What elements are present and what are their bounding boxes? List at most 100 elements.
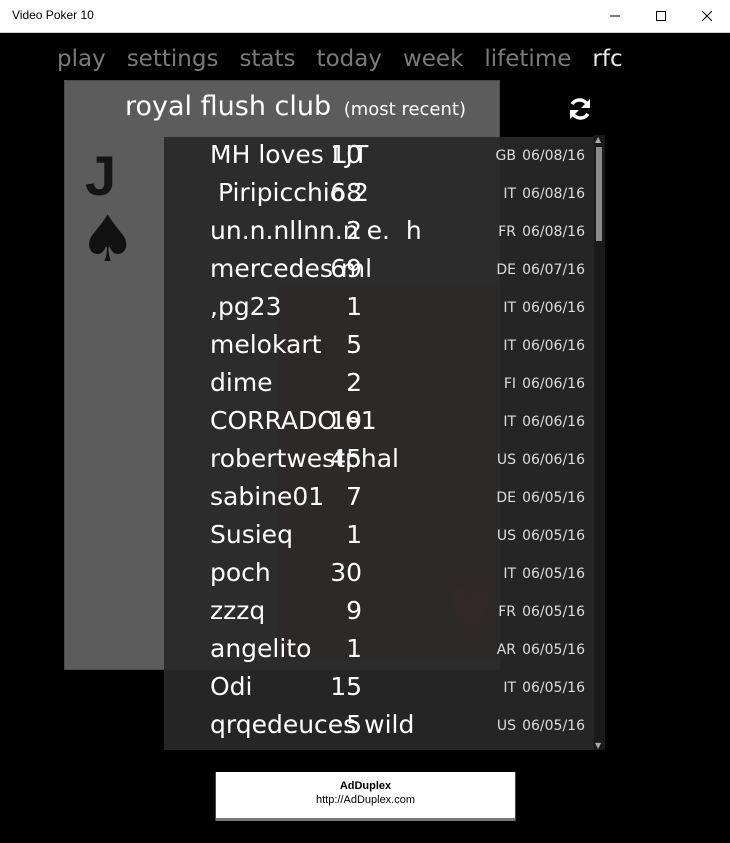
entry-date: 06/06/16 <box>522 376 585 392</box>
list-item: 1 angelito AR 06/05/16 <box>164 632 589 670</box>
minimize-button[interactable] <box>592 0 638 32</box>
entry-date: 06/08/16 <box>522 224 585 240</box>
page-subtitle: (most recent) <box>343 99 466 120</box>
card-rank-j: J <box>85 144 117 207</box>
list-item: 2 dime FI 06/06/16 <box>164 366 589 404</box>
entry-date: 06/05/16 <box>522 680 585 696</box>
entry-date: 06/08/16 <box>522 148 585 164</box>
ad-url: http://AdDuplex.com <box>315 794 416 806</box>
entry-date: 06/05/16 <box>522 642 585 658</box>
entry-count: 9 <box>346 596 362 625</box>
ad-bar <box>216 818 515 821</box>
list-item: 5 qrqedeuces wild US 06/05/16 <box>164 708 589 746</box>
list-item: 10 MH loves LJT GB 06/08/16 <box>164 138 589 176</box>
entry-count: 15 <box>330 672 362 701</box>
entry-count: 1 <box>346 634 362 663</box>
list-item: 2 un.n.nllnn.n e. h FR 06/08/16 <box>164 214 589 252</box>
entry-date: 06/06/16 <box>522 414 585 430</box>
entry-country: FI <box>503 376 516 392</box>
entry-country: AR <box>496 642 516 658</box>
list-item: 5 melokart IT 06/06/16 <box>164 328 589 366</box>
nav-play[interactable]: play <box>57 44 106 74</box>
list-item: 45 robertwestphal US 06/06/16 <box>164 442 589 480</box>
entry-count: 2 <box>346 368 362 397</box>
entry-country: US <box>496 718 516 734</box>
entry-date: 06/05/16 <box>522 718 585 734</box>
window-title: Video Poker 10 <box>12 8 94 22</box>
list-item: 69 mercedes ml DE 06/07/16 <box>164 252 589 290</box>
entry-count: 1 <box>346 292 362 321</box>
maximize-button[interactable] <box>638 0 684 32</box>
entry-name: dime <box>210 368 273 397</box>
list-item: 1 Susieq US 06/05/16 <box>164 518 589 556</box>
nav-settings[interactable]: settings <box>127 44 219 74</box>
list-item: 7 sabine01 DE 06/05/16 <box>164 480 589 518</box>
entry-country: IT <box>503 186 516 202</box>
entry-date: 06/05/16 <box>522 528 585 544</box>
entry-country: FR <box>498 224 516 240</box>
nav-stats[interactable]: stats <box>239 44 295 74</box>
entry-date: 06/05/16 <box>522 490 585 506</box>
page-title-text: royal flush club <box>125 91 332 122</box>
entry-country: DE <box>496 262 516 278</box>
entry-country: IT <box>503 300 516 316</box>
nav-lifetime[interactable]: lifetime <box>484 44 571 74</box>
entry-country: US <box>496 452 516 468</box>
entry-date: 06/06/16 <box>522 338 585 354</box>
entry-name: ,pg23 <box>210 292 282 321</box>
entry-country: GB <box>495 148 516 164</box>
rfc-list[interactable]: 10 MH loves LJT GB 06/08/16 68 Piripicchio 2… <box>164 137 605 750</box>
entry-date: 06/07/16 <box>522 262 585 278</box>
entry-name: qrqedeuces wild <box>210 710 415 739</box>
entry-name: Odi <box>210 672 253 701</box>
main-nav: play settings stats today week lifetime … <box>57 44 644 74</box>
spade-icon: ♠ <box>79 203 137 277</box>
nav-rfc[interactable]: rfc <box>592 44 622 74</box>
scroll-up-icon[interactable]: ▲ <box>595 135 601 144</box>
entry-name: angelito <box>210 634 312 663</box>
list-scrollbar[interactable]: ▲ ▼ <box>594 135 605 750</box>
entry-date: 06/05/16 <box>522 566 585 582</box>
scroll-down-icon[interactable]: ▼ <box>595 741 601 750</box>
entry-count: 30 <box>330 558 362 587</box>
entry-name: zzzq <box>210 596 266 625</box>
entry-name: MH loves LJT <box>210 140 369 169</box>
refresh-button[interactable] <box>566 95 594 123</box>
list-item: 15 Odi IT 06/05/16 <box>164 670 589 708</box>
entry-count: 7 <box>346 482 362 511</box>
entry-country: DE <box>496 490 516 506</box>
entry-name: poch <box>210 558 271 587</box>
entry-date: 06/05/16 <box>522 604 585 620</box>
ad-brand: AdDuplex <box>339 780 392 792</box>
entry-country: US <box>496 528 516 544</box>
entry-name: Piripicchio 2 <box>210 178 369 207</box>
entry-country: IT <box>503 414 516 430</box>
entry-name: un.n.nllnn.n e. h <box>210 216 422 245</box>
title-bar: Video Poker 10 <box>0 0 730 33</box>
entry-name: robertwestphal <box>210 444 399 473</box>
nav-week[interactable]: week <box>403 44 463 74</box>
maximize-icon <box>656 11 666 21</box>
nav-today[interactable]: today <box>317 44 382 74</box>
entry-name: melokart <box>210 330 322 359</box>
entry-count: 5 <box>346 330 362 359</box>
scrollbar-thumb[interactable] <box>596 147 602 241</box>
close-button[interactable] <box>684 0 730 32</box>
refresh-icon <box>570 98 590 120</box>
minimize-icon <box>610 15 620 17</box>
entry-country: IT <box>503 680 516 696</box>
ad-banner[interactable]: AdDuplex http://AdDuplex.com <box>215 772 516 821</box>
entry-country: IT <box>503 566 516 582</box>
list-item: 9 zzzq FR 06/05/16 <box>164 594 589 632</box>
entry-country: FR <box>498 604 516 620</box>
entry-country: IT <box>503 338 516 354</box>
entry-date: 06/08/16 <box>522 186 585 202</box>
entry-name: CORRADO 61 <box>210 406 377 435</box>
entry-name: Susieq <box>210 520 293 549</box>
entry-count: 1 <box>346 520 362 549</box>
list-item: 1 ,pg23 IT 06/06/16 <box>164 290 589 328</box>
entry-date: 06/06/16 <box>522 452 585 468</box>
close-icon <box>702 11 712 21</box>
entry-name: mercedes ml <box>210 254 373 283</box>
list-item: 68 Piripicchio 2 IT 06/08/16 <box>164 176 589 214</box>
